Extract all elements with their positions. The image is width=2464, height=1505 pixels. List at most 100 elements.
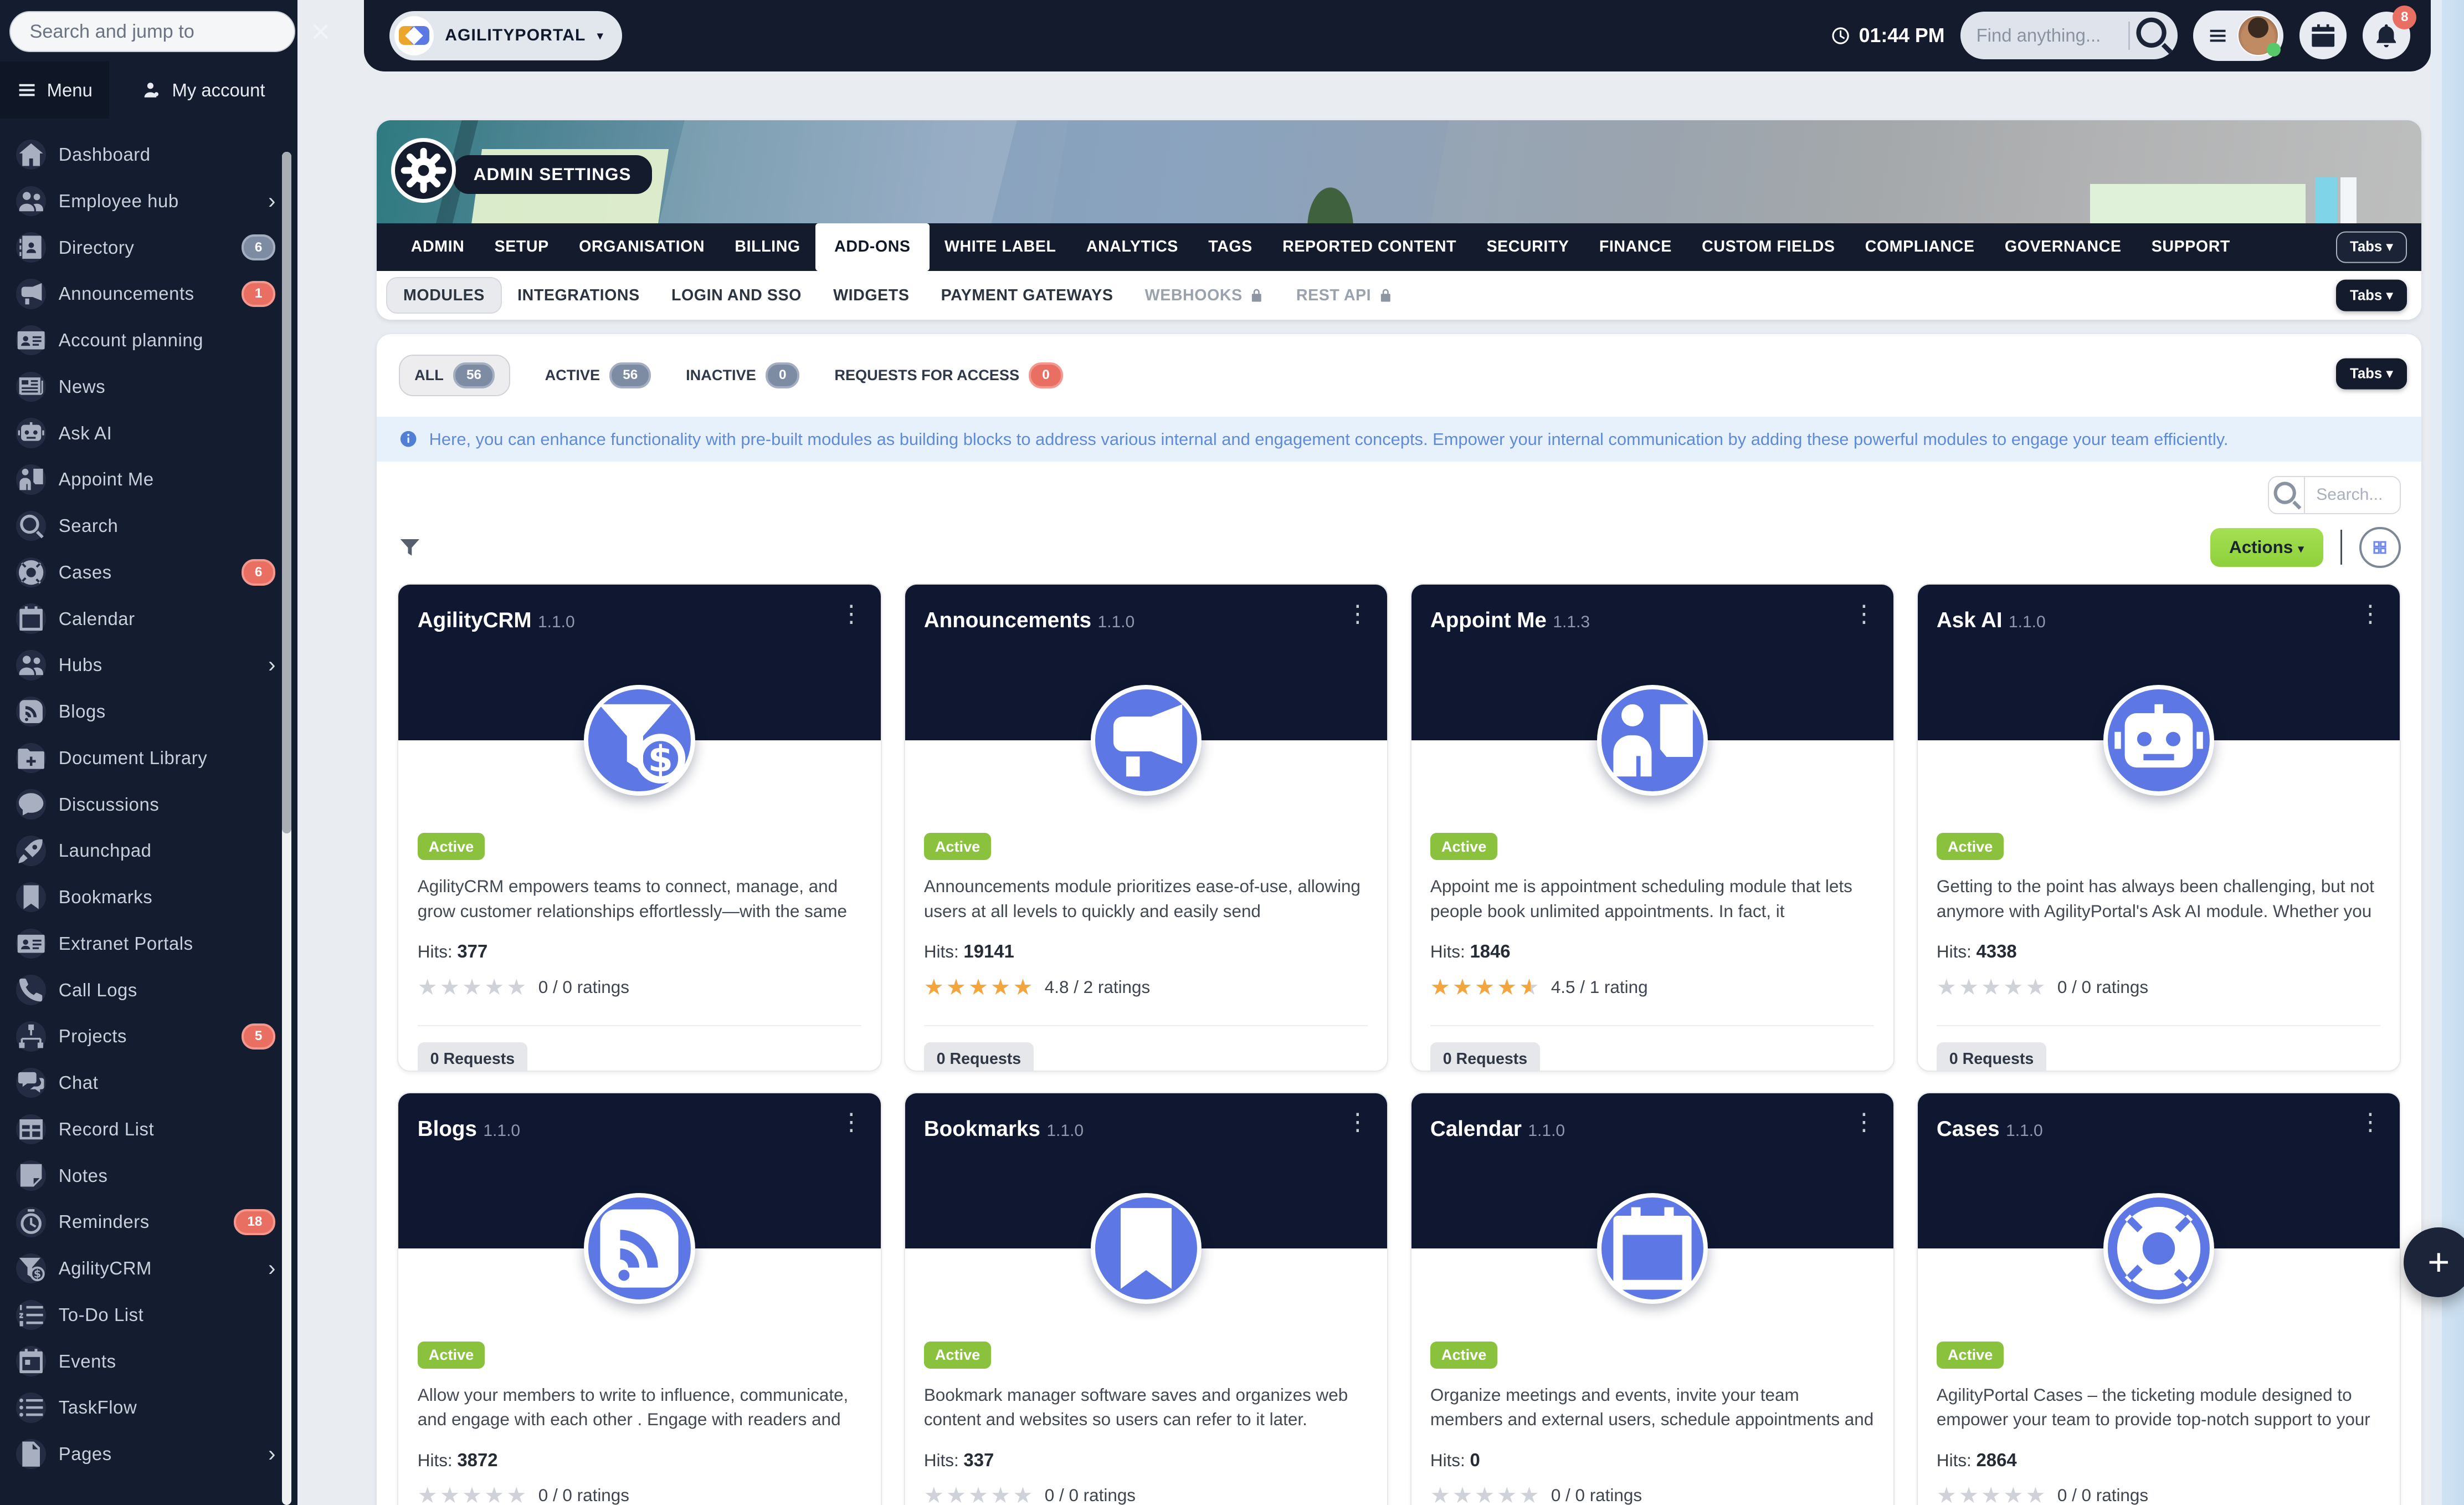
hits-value: 19141	[963, 941, 1014, 961]
admin-tab[interactable]: REPORTED CONTENT	[1267, 223, 1471, 271]
sidebar-item[interactable]: Record List ›	[0, 1106, 297, 1153]
admin-tab[interactable]: SECURITY	[1471, 223, 1584, 271]
filter-chip[interactable]: ACTIVE 56	[545, 356, 651, 395]
sidebar-item[interactable]: Blogs ›	[0, 688, 297, 735]
admin-tab[interactable]: COMPLIANCE	[1850, 223, 1990, 271]
module-icon	[584, 1193, 695, 1304]
sidebar-item[interactable]: Reminders 18 ›	[0, 1199, 297, 1245]
sidebar-tab-my-account[interactable]: My account	[109, 62, 297, 119]
user-menu-button[interactable]	[2193, 11, 2283, 61]
module-rating[interactable]: ★★★★★★★★★★ 4.8 / 2 ratings	[924, 976, 1368, 999]
sidebar-item-icon	[16, 1068, 46, 1098]
kebab-menu-icon[interactable]: ⋮	[831, 599, 871, 629]
kebab-menu-icon[interactable]: ⋮	[1338, 1108, 1377, 1138]
sidebar-item[interactable]: Announcements 1 ›	[0, 270, 297, 317]
sidebar-item[interactable]: Chat ›	[0, 1059, 297, 1106]
admin-tab[interactable]: ORGANISATION	[564, 223, 720, 271]
tabs-dropdown-button[interactable]: Tabs ▾	[2336, 358, 2407, 390]
module-rating[interactable]: ★★★★★★★★★★ 0 / 0 ratings	[924, 1484, 1368, 1504]
admin-tab[interactable]: CUSTOM FIELDS	[1687, 223, 1850, 271]
module-description: AgilityPortal Cases – the ticketing modu…	[1937, 1383, 2380, 1432]
admin-tab[interactable]: ADMIN	[396, 223, 480, 271]
module-search-input[interactable]	[2305, 485, 2399, 504]
sidebar-item[interactable]: Search ›	[0, 503, 297, 549]
module-rating[interactable]: ★★★★★★★★★★ 0 / 0 ratings	[418, 1484, 861, 1504]
module-rating[interactable]: ★★★★★★★★★★ 0 / 0 ratings	[1937, 1484, 2380, 1504]
module-tab[interactable]: INTEGRATIONS	[502, 278, 656, 313]
brand-name: AGILITYPORTAL	[445, 26, 586, 45]
module-rating[interactable]: ★★★★★★★★★★ 0 / 0 ratings	[418, 976, 861, 999]
module-card: AgilityCRM1.1.0 ⋮ $ Active AgilityCRM em…	[397, 583, 881, 1071]
filter-chip[interactable]: REQUESTS FOR ACCESS 0	[834, 356, 1062, 395]
actions-button[interactable]: Actions▾	[2210, 528, 2323, 567]
sidebar-item[interactable]: Calendar ›	[0, 596, 297, 642]
module-tab[interactable]: PAYMENT GATEWAYS	[925, 278, 1129, 313]
kebab-menu-icon[interactable]: ⋮	[831, 1108, 871, 1138]
sidebar-item[interactable]: Pages ›	[0, 1431, 297, 1477]
sidebar-item[interactable]: Directory 6 ›	[0, 224, 297, 271]
admin-tab[interactable]: FINANCE	[1584, 223, 1687, 271]
module-tab[interactable]: WEBHOOKS	[1129, 278, 1280, 313]
sidebar-item[interactable]: Cases 6 ›	[0, 549, 297, 596]
sidebar-item[interactable]: Account planning ›	[0, 317, 297, 364]
module-tab[interactable]: REST API	[1280, 278, 1409, 313]
sidebar-item[interactable]: Dashboard ›	[0, 131, 297, 178]
kebab-menu-icon[interactable]: ⋮	[2350, 599, 2390, 629]
search-icon[interactable]	[2269, 477, 2306, 513]
sidebar-item[interactable]: $ AgilityCRM ›	[0, 1245, 297, 1292]
module-rating[interactable]: ★★★★★★★★★★ 4.5 / 1 rating	[1430, 976, 1874, 999]
filter-icon[interactable]	[397, 535, 423, 560]
sidebar-item[interactable]: Launchpad ›	[0, 827, 297, 874]
module-tab[interactable]: MODULES	[386, 277, 501, 314]
admin-tab[interactable]: SUPPORT	[2137, 223, 2245, 271]
module-icon	[2103, 1193, 2214, 1304]
notifications-button[interactable]: 8	[2363, 12, 2410, 59]
filter-chip[interactable]: INACTIVE 0	[686, 356, 799, 395]
tabs-dropdown-button[interactable]: Tabs ▾	[2336, 280, 2407, 311]
kebab-menu-icon[interactable]: ⋮	[1844, 1108, 1883, 1138]
kebab-menu-icon[interactable]: ⋮	[1338, 599, 1377, 629]
module-tab[interactable]: WIDGETS	[818, 278, 926, 313]
sidebar-item[interactable]: Notes ›	[0, 1153, 297, 1199]
sidebar-scrollbar-thumb[interactable]	[282, 152, 291, 833]
grid-view-button[interactable]	[2359, 527, 2400, 568]
sidebar-scrollbar[interactable]	[282, 152, 291, 1504]
calendar-button[interactable]	[2299, 12, 2347, 59]
admin-tab[interactable]: BILLING	[720, 223, 815, 271]
sidebar-item[interactable]: Call Logs ›	[0, 967, 297, 1013]
sidebar-item-label: Record List	[59, 1119, 276, 1140]
module-rating[interactable]: ★★★★★★★★★★ 0 / 0 ratings	[1430, 1484, 1874, 1504]
sidebar-close-icon[interactable]: ×	[308, 15, 333, 48]
sidebar-item[interactable]: Discussions ›	[0, 781, 297, 828]
sidebar-item[interactable]: Document Library ›	[0, 735, 297, 781]
admin-tab[interactable]: TAGS	[1193, 223, 1267, 271]
admin-tab[interactable]: SETUP	[479, 223, 563, 271]
sidebar-item[interactable]: TaskFlow ›	[0, 1384, 297, 1431]
global-search-input[interactable]	[1960, 25, 2128, 46]
sidebar-item[interactable]: News ›	[0, 364, 297, 410]
kebab-menu-icon[interactable]: ⋮	[2350, 1108, 2390, 1138]
sidebar-item[interactable]: Extranet Portals ›	[0, 920, 297, 967]
sidebar-item[interactable]: Appoint Me ›	[0, 456, 297, 503]
sidebar-item[interactable]: Employee hub ›	[0, 178, 297, 224]
sidebar-item[interactable]: Bookmarks ›	[0, 874, 297, 920]
sidebar-item[interactable]: Hubs ›	[0, 642, 297, 688]
filter-chip[interactable]: ALL 56	[399, 355, 510, 396]
kebab-menu-icon[interactable]: ⋮	[1844, 599, 1883, 629]
sidebar-search-input[interactable]	[9, 11, 295, 52]
admin-tab[interactable]: WHITE LABEL	[930, 223, 1071, 271]
sidebar-item-label: Projects	[59, 1026, 232, 1047]
module-rating[interactable]: ★★★★★★★★★★ 0 / 0 ratings	[1937, 976, 2380, 999]
admin-tab[interactable]: ANALYTICS	[1071, 223, 1193, 271]
module-tab[interactable]: LOGIN AND SSO	[655, 278, 817, 313]
sidebar-tab-menu[interactable]: Menu	[0, 62, 109, 119]
brand-menu-button[interactable]: AGILITYPORTAL ▾	[389, 11, 622, 60]
sidebar-item[interactable]: To-Do List ›	[0, 1292, 297, 1338]
search-icon[interactable]	[2130, 12, 2178, 59]
admin-tab[interactable]: GOVERNANCE	[1990, 223, 2137, 271]
tabs-dropdown-button[interactable]: Tabs ▾	[2336, 231, 2407, 263]
sidebar-item[interactable]: Ask AI ›	[0, 410, 297, 457]
admin-tab[interactable]: ADD-ONS	[815, 223, 930, 271]
sidebar-item[interactable]: Projects 5 ›	[0, 1013, 297, 1059]
sidebar-item[interactable]: Events ›	[0, 1338, 297, 1385]
